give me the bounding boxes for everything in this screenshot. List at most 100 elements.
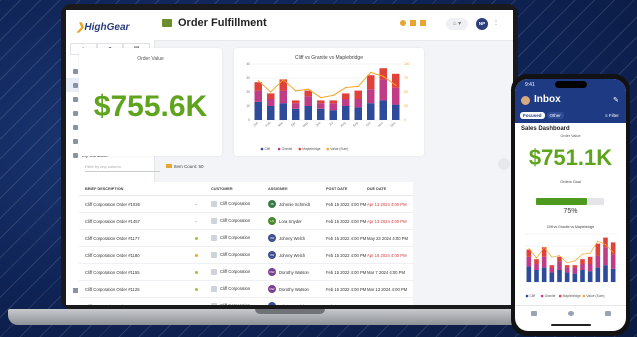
tab-other[interactable]: Other (546, 112, 564, 119)
bar-maplebridge (534, 259, 539, 264)
legend-label: Granite (282, 147, 293, 151)
bar-granite (354, 99, 362, 108)
row-description[interactable]: Cliff Corporation Order #1125 (79, 287, 195, 292)
y-tick-label: 10 (246, 104, 250, 108)
bar-granite (610, 254, 616, 269)
compose-icon[interactable]: ✎ (613, 96, 619, 104)
legend-label: Cliff (265, 147, 271, 151)
row-assignee: LS Lora Snyder (268, 217, 326, 225)
bar-maplebridge (580, 259, 585, 264)
home-shortcut-button[interactable]: ⌂ ▾ (446, 18, 468, 30)
assignee-name: Johnny Welch (279, 304, 305, 306)
phone-header: Inbox ✎ Focused Other ≡ Filter (515, 91, 626, 123)
app-logo[interactable]: ❯HighGear (76, 22, 129, 33)
legend-swatch (298, 147, 302, 151)
status-dot-icon (195, 270, 198, 274)
filter-button[interactable]: ≡ Filter (605, 113, 619, 118)
value-sum-point (574, 260, 576, 262)
machine-icon (73, 110, 78, 116)
row-post-date: Feb 15 2022 4:00 PM (326, 286, 367, 292)
row-due-date: Mar 7 2024 4:00 PM (367, 269, 405, 275)
row-assignee: DW Dorothy Watson (268, 268, 326, 276)
bar-maplebridge (292, 100, 300, 104)
y-tick-label: 20 (246, 90, 250, 94)
attachment-icon: ⌁ (195, 201, 198, 207)
items-icon (166, 164, 172, 168)
bar-cliff (317, 108, 325, 120)
column-header-assignee[interactable]: ASSIGNEE (268, 187, 326, 191)
legend-label: Maplebridge (302, 147, 320, 151)
row-due-date: Apr 13 2024 4:00 PM (367, 201, 407, 207)
company-icon (211, 235, 217, 241)
filter-placeholder: Filter by any column (85, 164, 121, 169)
row-due-date: Mar 13 2024 4:00 PM (367, 286, 408, 292)
table-row[interactable]: Cliff Corporation Order #1155 Cliff Corpo… (79, 264, 413, 281)
value-sum-point (536, 257, 537, 259)
phone-avatar[interactable] (521, 96, 530, 105)
value-sum-point (370, 71, 372, 74)
legend-label: Value (Sum) (330, 147, 348, 151)
bar-granite (304, 96, 312, 106)
edit-icon[interactable] (410, 20, 416, 26)
column-header-customer[interactable]: CUSTOMER (211, 187, 268, 191)
bar-maplebridge (317, 100, 325, 104)
y2-tick-label: 0 (404, 118, 406, 122)
logo-text: HighGear (84, 22, 130, 33)
table-row[interactable]: Cliff Corporation Order #1026 ⌁ Cliff Corp… (79, 196, 413, 213)
table-row[interactable]: Cliff Corporation Order #1177 Cliff Corpo… (79, 230, 413, 247)
tab-focused[interactable]: Focused (520, 112, 545, 119)
list-icon[interactable] (420, 20, 426, 26)
x-tick-label: Aug (339, 121, 346, 128)
bar-cliff (279, 103, 287, 120)
bar-granite (557, 261, 562, 270)
user-avatar[interactable]: NP (476, 18, 488, 30)
table-row[interactable]: Cliff Corporation Order #1125 Cliff Corpo… (79, 281, 413, 298)
value-sum-point (332, 94, 334, 97)
table-row[interactable]: Cliff Corporation Order #1180 Cliff Corpo… (79, 247, 413, 264)
filter-label: Filter (608, 113, 619, 118)
value-sum-point (257, 80, 259, 82)
apps-icon[interactable] (604, 310, 611, 316)
mail-icon[interactable] (530, 310, 537, 316)
more-icon[interactable]: ⋮ (493, 19, 499, 26)
table-settings-button[interactable] (498, 158, 510, 170)
row-description[interactable]: Cliff Corporation Order #1155 (79, 270, 195, 275)
table-body: Cliff Corporation Order #1026 ⌁ Cliff Corp… (79, 196, 413, 305)
y2-tick-label: 50 (404, 90, 408, 94)
row-description[interactable]: Cliff Corporation Order #1457 (79, 219, 195, 224)
column-header-post-date[interactable]: POST DATE (326, 187, 367, 191)
bar-granite (564, 267, 570, 273)
bar-cliff (354, 107, 362, 120)
search-icon[interactable] (567, 310, 574, 316)
value-sum-point (395, 84, 397, 86)
phone-status-bar: 9:41 (515, 79, 626, 91)
legend-swatch (326, 147, 330, 151)
y2-tick-label: 25 (404, 104, 408, 108)
value-sum-point (612, 251, 614, 253)
filter-input[interactable]: Filter by any column (85, 163, 160, 172)
row-status (195, 287, 211, 292)
row-assignee: JWJohnny Welch (268, 302, 326, 305)
row-description[interactable]: Cliff Corporation Order #1133 (79, 304, 195, 306)
truck-icon (162, 19, 172, 27)
status-dot-icon (195, 304, 198, 305)
row-description[interactable]: Cliff Corporation Order #1177 (79, 236, 195, 241)
x-tick-label: Mar (277, 120, 284, 127)
assignee-avatar: JS (268, 200, 276, 208)
status-dot-icon (195, 236, 198, 240)
row-description[interactable]: Cliff Corporation Order #1180 (79, 253, 195, 258)
value-sum-point (582, 253, 583, 255)
column-header-description[interactable]: BRIEF DESCRIPTION (79, 187, 195, 191)
row-description[interactable]: Cliff Corporation Order #1026 (79, 202, 195, 207)
order-value-card: Order Value $755.6K (79, 48, 222, 156)
table-row[interactable]: Cliff Corporation Order #1133 Cliff Corpo… (79, 298, 413, 305)
legend-swatch (260, 147, 264, 151)
refresh-icon[interactable] (400, 20, 406, 26)
column-header-due-date[interactable]: DUE DATE (367, 187, 412, 191)
table-row[interactable]: Cliff Corporation Order #1457 ⌁ Cliff Corp… (79, 213, 413, 230)
legend-swatch (525, 294, 529, 298)
bar-granite (541, 256, 547, 268)
company-icon (211, 201, 217, 207)
bar-granite (342, 99, 350, 106)
bar-maplebridge (354, 90, 362, 99)
